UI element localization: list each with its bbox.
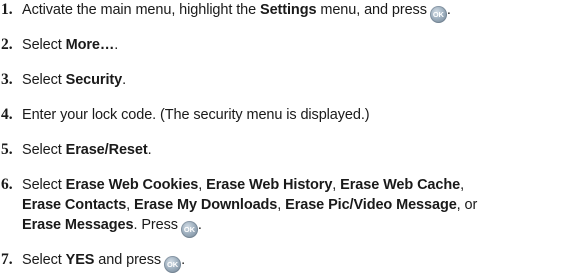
text-run: . [114, 37, 119, 53]
step-number: 2. [1, 36, 13, 53]
bold-term: Erase Pic/Video Message [285, 197, 457, 213]
text-run: , [277, 197, 286, 213]
step-number: 7. [1, 251, 13, 268]
step-text: Activate the main menu, highlight the Se… [22, 0, 586, 23]
bold-term: Erase Web Cookies [65, 177, 199, 193]
bold-term: Erase Web Cache [340, 177, 461, 193]
text-run: menu, and press [316, 2, 427, 18]
text-run: Enter your lock code. (The security menu… [22, 107, 370, 123]
step-number: 1. [1, 1, 13, 18]
bold-term: Erase/Reset [65, 142, 148, 158]
bold-term: Security [65, 72, 123, 88]
step-text: Select Security. [22, 70, 586, 90]
text-run: Activate the main menu, highlight the [22, 2, 261, 18]
ok-button-icon: OK [164, 256, 182, 273]
step-number: 5. [1, 141, 13, 158]
text-run: . [122, 72, 126, 88]
text-run: , or [456, 197, 478, 213]
bold-term: More… [65, 37, 115, 53]
bold-term: Settings [260, 2, 317, 18]
text-run: , [460, 177, 465, 193]
text-run: , [332, 177, 341, 193]
step-text: Select Erase Web Cookies, Erase Web Hist… [22, 175, 586, 238]
text-run: . Press [133, 217, 178, 233]
text-run: Select [22, 72, 66, 88]
ok-button-icon: OK [180, 221, 198, 238]
bold-term: Erase Web History [206, 177, 333, 193]
text-run: Select [22, 142, 66, 158]
text-run: Select [22, 37, 66, 53]
step-number: 6. [1, 176, 13, 193]
step-number: 3. [1, 71, 13, 88]
bold-term: YES [65, 252, 95, 268]
text-run: . [147, 142, 152, 158]
step-text: Select Erase/Reset. [22, 140, 586, 160]
step-text: Enter your lock code. (The security menu… [22, 105, 586, 125]
step-text: Select More…. [22, 35, 586, 55]
step-number: 4. [1, 106, 13, 123]
text-run: , [126, 197, 135, 213]
text-run: and press [94, 252, 162, 268]
step-text: Select YES and press OK. [22, 250, 586, 273]
ok-button-icon: OK [429, 6, 447, 23]
text-run: Select [22, 252, 66, 268]
bold-term: Erase Contacts [22, 197, 127, 213]
text-run: Select [22, 177, 66, 193]
bold-term: Erase My Downloads [134, 197, 278, 213]
text-run: . [181, 252, 186, 268]
text-run: . [446, 2, 451, 18]
bold-term: Erase Messages [22, 217, 134, 233]
text-run: . [197, 217, 202, 233]
text-run: , [198, 177, 207, 193]
